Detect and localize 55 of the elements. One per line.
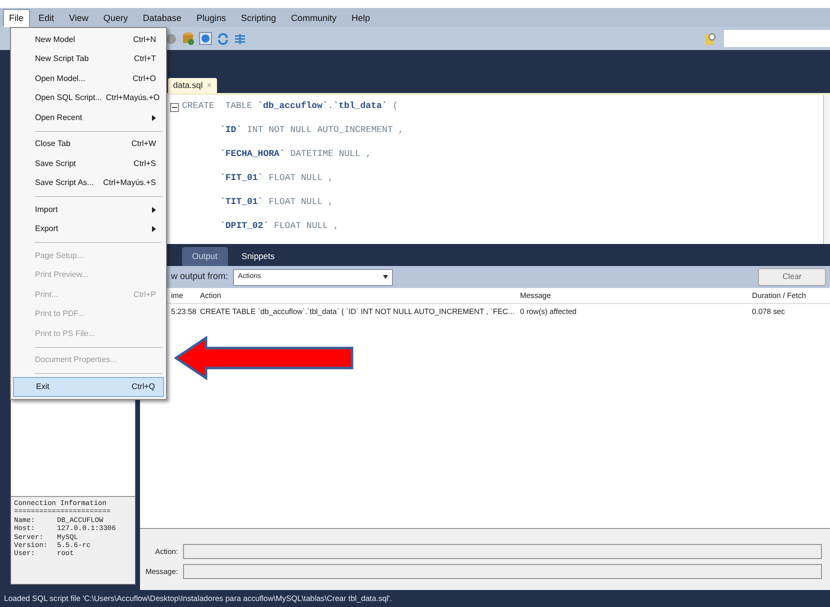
code-line: `TIT_01` FLOAT NULL , <box>219 196 334 209</box>
menu-item[interactable]: New Model Ctrl+N <box>13 30 164 50</box>
code-line: `FIT_01` FLOAT NULL , <box>219 172 334 185</box>
menu-item[interactable]: Plugins <box>190 8 232 26</box>
shortcut-text: Ctrl+T <box>133 53 156 66</box>
lines-icon[interactable] <box>234 32 246 44</box>
code-line: `DPIT_02` FLOAT NULL , <box>219 220 340 233</box>
menu-item[interactable]: View <box>63 8 94 26</box>
panel-tab[interactable]: Output <box>182 247 228 266</box>
menu-item[interactable]: Open Model... Ctrl+O <box>13 69 164 88</box>
editor-tab[interactable]: data.sql × <box>168 78 217 93</box>
shortcut-text: Ctrl+O <box>132 72 156 85</box>
text-field[interactable] <box>183 564 822 579</box>
menu-item[interactable]: Save Script As... Ctrl+Mayús.+S <box>13 174 164 193</box>
scrollbar[interactable] <box>823 95 830 244</box>
field-label: w output from: <box>171 270 228 284</box>
menu-item[interactable]: Database <box>136 8 188 26</box>
database-icon[interactable] <box>182 32 194 45</box>
code-line: `ID` INT NOT NULL AUTO_INCREMENT , <box>219 124 405 137</box>
dropdown-caret-icon <box>383 275 388 279</box>
collapse-icon[interactable] <box>170 103 179 112</box>
menu-item[interactable]: Community <box>284 8 342 26</box>
shortcut-text: Ctrl+N <box>132 34 156 46</box>
clear-button[interactable]: Clear <box>758 268 826 286</box>
search-field[interactable] <box>724 30 830 47</box>
tab-label: data.sql <box>173 79 203 92</box>
code-line: `FECHA_HORA` DATETIME NULL , <box>219 148 372 161</box>
menu-item[interactable]: File <box>3 8 30 26</box>
menu-item[interactable]: Import <box>13 200 164 220</box>
menu-item[interactable]: Open Recent <box>13 108 164 128</box>
submenu-arrow-icon <box>152 206 156 213</box>
menu-item[interactable]: Open SQL Script... Ctrl+Mayús.+O <box>13 88 164 108</box>
menu-item[interactable]: Save Script Ctrl+S <box>13 154 164 174</box>
menu-item[interactable]: Scripting <box>234 8 282 26</box>
shortcut-text: Ctrl+W <box>130 138 156 150</box>
sync-arrows-icon[interactable] <box>217 32 229 44</box>
menu-item[interactable]: Close Tab Ctrl+W <box>13 134 164 154</box>
menu-item[interactable]: Export <box>13 220 164 239</box>
menu-item[interactable]: Help <box>346 8 376 26</box>
circle-icon[interactable] <box>165 32 177 44</box>
shortcut-text: Ctrl+P <box>132 288 156 301</box>
panel-tab[interactable]: Snippets <box>232 247 285 266</box>
submenu-arrow-icon <box>152 226 156 232</box>
text-field[interactable] <box>183 544 822 559</box>
arrow-icon <box>174 336 354 380</box>
shortcut-text: Ctrl+Q <box>130 380 155 393</box>
menu-item[interactable]: Exit Ctrl+Q <box>13 377 164 396</box>
code-line: CREATE TABLE `db_accuflow`.`tbl_data` ( <box>182 100 400 113</box>
menu-item[interactable]: Query <box>97 8 134 26</box>
shortcut-text: Ctrl+Mayús.+O <box>104 92 160 104</box>
shortcut-text: Ctrl+Mayús.+S <box>102 177 156 190</box>
menu-item[interactable]: New Script Tab Ctrl+T <box>13 50 164 69</box>
submenu-arrow-icon <box>152 114 156 121</box>
shortcut-text: Ctrl+S <box>132 158 156 170</box>
menu-item[interactable]: Edit <box>32 8 60 26</box>
